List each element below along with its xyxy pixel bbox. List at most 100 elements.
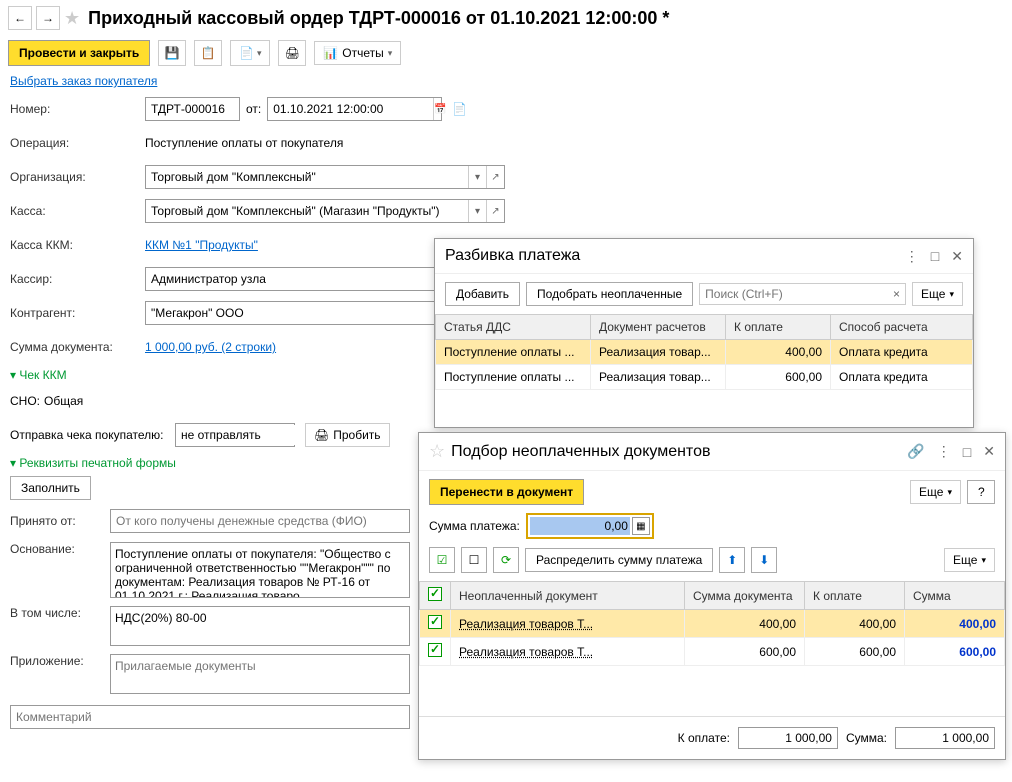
payment-split-table: Статья ДДС Документ расчетов К оплате Сп… xyxy=(435,314,973,390)
sum-input-wrap: ▦ xyxy=(526,513,654,539)
col-sd[interactable]: Сумма документа xyxy=(685,582,805,610)
more-button[interactable]: Еще▾ xyxy=(944,548,995,572)
col-way[interactable]: Способ расчета xyxy=(831,315,973,340)
kkm-link[interactable]: ККМ №1 "Продукты" xyxy=(145,238,258,252)
open-icon[interactable]: ↗ xyxy=(486,200,504,222)
clear-icon[interactable]: × xyxy=(893,287,900,301)
col-doc[interactable]: Документ расчетов xyxy=(591,315,726,340)
from-who-input[interactable] xyxy=(110,509,410,533)
docsum-label: Сумма документа: xyxy=(10,340,145,354)
col-pay[interactable]: К оплате xyxy=(805,582,905,610)
att-textarea[interactable] xyxy=(110,654,410,694)
col-check[interactable] xyxy=(420,582,451,610)
sum-label: Сумма платежа: xyxy=(429,519,520,533)
table-row[interactable]: Реализация товаров Т... 400,00 400,00 40… xyxy=(420,610,1005,638)
att-label: Приложение: xyxy=(10,654,110,668)
select-order-link[interactable]: Выбрать заказ покупателя xyxy=(0,70,167,92)
sno-label: СНО: xyxy=(10,394,40,408)
number-input[interactable] xyxy=(145,97,240,121)
col-dds[interactable]: Статья ДДС xyxy=(436,315,591,340)
uncheck-all-button[interactable]: ☐ xyxy=(461,547,487,573)
link-icon[interactable]: 🔗 xyxy=(907,443,924,460)
back-button[interactable]: ← xyxy=(8,6,32,30)
ftr-sum-input[interactable] xyxy=(895,727,995,749)
doc-link[interactable]: Реализация товаров Т... xyxy=(459,617,593,631)
fill-button[interactable]: Заполнить xyxy=(10,476,91,500)
operation-value: Поступление оплаты от покупателя xyxy=(145,133,343,153)
unpaid-docs-table: Неоплаченный документ Сумма документа К … xyxy=(419,581,1005,666)
refresh-button[interactable]: ⟳ xyxy=(493,547,519,573)
punch-button[interactable]: 🖨Пробить xyxy=(305,423,390,447)
contragent-input[interactable] xyxy=(146,303,444,323)
base-textarea[interactable]: Поступление оплаты от покупателя: "Общес… xyxy=(110,542,410,598)
move-up-button[interactable]: ⬆ xyxy=(719,547,745,573)
unpaid-docs-panel: ☆ Подбор неоплаченных документов 🔗 ⋮ □ ✕… xyxy=(418,432,1006,760)
star-icon[interactable]: ☆ xyxy=(429,441,445,462)
close-icon[interactable]: ✕ xyxy=(983,443,995,460)
incl-label: В том числе: xyxy=(10,606,110,620)
forward-button[interactable]: → xyxy=(36,6,60,30)
reports-button[interactable]: 📊Отчеты▾ xyxy=(314,41,401,65)
ftr-sum-label: Сумма: xyxy=(846,731,887,745)
kassa-input[interactable] xyxy=(146,201,468,221)
contragent-label: Контрагент: xyxy=(10,306,145,320)
send-label: Отправка чека покупателю: xyxy=(10,428,175,442)
base-label: Основание: xyxy=(10,542,110,556)
transfer-button[interactable]: Перенести в документ xyxy=(429,479,584,505)
org-label: Организация: xyxy=(10,170,145,184)
panel1-title: Разбивка платежа xyxy=(445,247,905,265)
from-label: от: xyxy=(246,102,261,116)
kassa-label: Касса: xyxy=(10,204,145,218)
close-icon[interactable]: ✕ xyxy=(951,248,963,265)
col-doc[interactable]: Неоплаченный документ xyxy=(451,582,685,610)
ftr-pay-input[interactable] xyxy=(738,727,838,749)
add-button[interactable]: Добавить xyxy=(445,282,520,306)
org-input[interactable] xyxy=(146,167,468,187)
more-icon[interactable]: ⋮ xyxy=(937,443,951,460)
pick-unpaid-button[interactable]: Подобрать неоплаченные xyxy=(526,282,693,306)
col-sum[interactable]: Сумма xyxy=(905,582,1005,610)
save-icon[interactable]: 💾 xyxy=(158,40,186,66)
table-row[interactable]: Поступление оплаты ... Реализация товар.… xyxy=(436,365,973,390)
kkm-label: Касса ККМ: xyxy=(10,238,145,252)
star-icon[interactable]: ★ xyxy=(64,8,80,29)
sum-input[interactable] xyxy=(530,517,630,535)
cashier-label: Кассир: xyxy=(10,272,145,286)
calc-icon[interactable]: ▦ xyxy=(632,517,650,535)
help-button[interactable]: ? xyxy=(967,480,995,504)
more-button[interactable]: Еще▾ xyxy=(912,282,963,306)
search-box[interactable]: × xyxy=(699,283,906,305)
dropdown-icon[interactable]: ▾ xyxy=(468,200,486,222)
from-who-label: Принято от: xyxy=(10,514,110,528)
incl-textarea[interactable]: НДС(20%) 80-00 xyxy=(110,606,410,646)
table-row[interactable]: Реализация товаров Т... 600,00 600,00 60… xyxy=(420,638,1005,666)
distribute-button[interactable]: Распределить сумму платежа xyxy=(525,548,713,572)
number-label: Номер: xyxy=(10,102,145,116)
panel2-title: Подбор неоплаченных документов xyxy=(451,443,907,461)
post-close-button[interactable]: Провести и закрыть xyxy=(8,40,150,66)
table-row[interactable]: Поступление оплаты ... Реализация товар.… xyxy=(436,340,973,365)
create-dropdown[interactable]: 📄 xyxy=(230,40,270,66)
move-down-button[interactable]: ⬇ xyxy=(751,547,777,573)
maximize-icon[interactable]: □ xyxy=(963,444,971,460)
page-title: Приходный кассовый ордер ТДРТ-000016 от … xyxy=(88,8,669,29)
comment-input[interactable] xyxy=(10,705,410,729)
open-icon[interactable]: ↗ xyxy=(486,166,504,188)
doc-link[interactable]: Реализация товаров Т... xyxy=(459,645,593,659)
date-input[interactable] xyxy=(268,99,433,119)
post-icon[interactable]: 📋 xyxy=(194,40,222,66)
dropdown-icon[interactable]: ▾ xyxy=(468,166,486,188)
maximize-icon[interactable]: □ xyxy=(931,248,939,264)
col-pay[interactable]: К оплате xyxy=(726,315,831,340)
print-icon[interactable]: 🖨 xyxy=(278,40,306,66)
calendar-icon[interactable]: 📅 xyxy=(433,98,446,120)
check-icon[interactable] xyxy=(428,643,442,657)
operation-label: Операция: xyxy=(10,136,145,150)
check-icon[interactable] xyxy=(428,615,442,629)
more-button[interactable]: Еще▾ xyxy=(910,480,961,504)
cashier-input[interactable] xyxy=(146,269,444,289)
docsum-link[interactable]: 1 000,00 руб. (2 строки) xyxy=(145,340,276,354)
check-all-button[interactable]: ☑ xyxy=(429,547,455,573)
more-icon[interactable]: ⋮ xyxy=(905,248,919,265)
sno-value: Общая xyxy=(44,394,83,408)
